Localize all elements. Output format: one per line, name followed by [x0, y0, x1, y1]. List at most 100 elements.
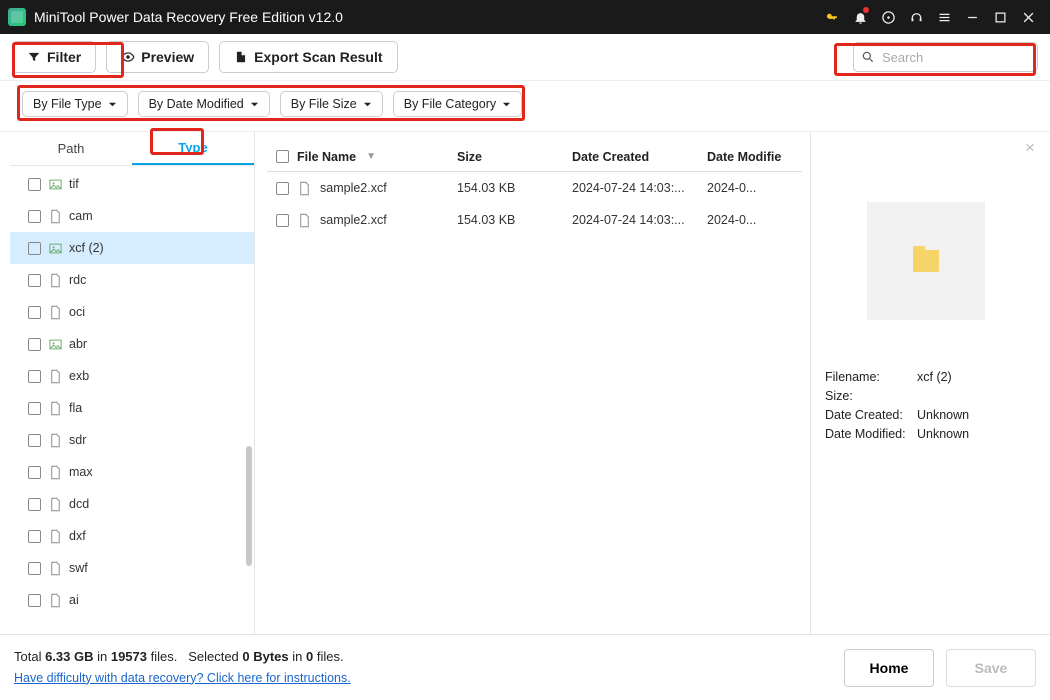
thumbnail	[867, 202, 985, 320]
tree-checkbox[interactable]	[28, 370, 41, 383]
tree-label: xcf (2)	[69, 241, 104, 255]
tree-item[interactable]: max	[10, 456, 254, 488]
close-detail-icon[interactable]: ×	[1020, 138, 1040, 158]
footer-info: Total 6.33 GB in 19573 files. Selected 0…	[14, 647, 351, 689]
search-input[interactable]	[853, 42, 1038, 72]
tree-label: cam	[69, 209, 93, 223]
value-modified: Unknown	[917, 427, 969, 441]
tree-item[interactable]: sdr	[10, 424, 254, 456]
cell-modified: 2024-0...	[707, 181, 787, 195]
tree-item[interactable]: dcd	[10, 488, 254, 520]
sidebar: Path Type tif cam xcf (2) rdc oci abr exb fla sd…	[10, 132, 255, 664]
close-icon[interactable]	[1014, 0, 1042, 34]
tree-checkbox[interactable]	[28, 402, 41, 415]
tree-label: max	[69, 465, 93, 479]
col-created[interactable]: Date Created	[572, 150, 707, 164]
key-icon[interactable]	[818, 0, 846, 34]
select-all-checkbox[interactable]	[276, 150, 289, 163]
tree-item[interactable]: fla	[10, 392, 254, 424]
file-row[interactable]: sample2.xcf154.03 KB2024-07-24 14:03:...…	[267, 204, 802, 236]
tree-checkbox[interactable]	[28, 498, 41, 511]
tree-label: swf	[69, 561, 88, 575]
row-checkbox[interactable]	[276, 182, 289, 195]
minimize-icon[interactable]	[958, 0, 986, 34]
value-created: Unknown	[917, 408, 969, 422]
tree-item[interactable]: ai	[10, 584, 254, 616]
detail-panel: × Filename:xcf (2) Size: Date Created:Un…	[810, 132, 1040, 664]
menu-icon[interactable]	[930, 0, 958, 34]
tree-item[interactable]: tif	[10, 168, 254, 200]
sidebar-tabs: Path Type	[10, 132, 254, 166]
scrollbar-thumb[interactable]	[246, 446, 252, 566]
cell-name: sample2.xcf	[320, 181, 387, 195]
col-name[interactable]: File Name▼	[297, 150, 457, 164]
col-modified[interactable]: Date Modifie	[707, 150, 787, 164]
tree-checkbox[interactable]	[28, 274, 41, 287]
footer: Total 6.33 GB in 19573 files. Selected 0…	[0, 634, 1050, 700]
tree-label: dcd	[69, 497, 89, 511]
search-box	[853, 42, 1038, 72]
tab-path[interactable]: Path	[10, 132, 132, 165]
cell-created: 2024-07-24 14:03:...	[572, 181, 707, 195]
notifications-icon[interactable]	[846, 0, 874, 34]
export-button[interactable]: Export Scan Result	[219, 41, 397, 73]
tree-item[interactable]: swf	[10, 552, 254, 584]
tree-checkbox[interactable]	[28, 594, 41, 607]
tree-item[interactable]: dxf	[10, 520, 254, 552]
sort-arrow-icon: ▼	[366, 151, 376, 162]
tree-item[interactable]: exb	[10, 360, 254, 392]
tree-checkbox[interactable]	[28, 338, 41, 351]
label-created: Date Created:	[825, 408, 917, 422]
tree-label: rdc	[69, 273, 86, 287]
save-button[interactable]: Save	[946, 649, 1036, 687]
chip-file-size[interactable]: By File Size	[280, 91, 383, 117]
maximize-icon[interactable]	[986, 0, 1014, 34]
tree-checkbox[interactable]	[28, 178, 41, 191]
tree-checkbox[interactable]	[28, 530, 41, 543]
search-icon	[861, 50, 875, 64]
help-link[interactable]: Have difficulty with data recovery? Clic…	[14, 671, 351, 685]
tree-item[interactable]: oci	[10, 296, 254, 328]
tree-label: tif	[69, 177, 79, 191]
headphones-icon[interactable]	[902, 0, 930, 34]
file-list-header: File Name▼ Size Date Created Date Modifi…	[267, 142, 802, 172]
tree-label: exb	[69, 369, 89, 383]
tree-label: fla	[69, 401, 82, 415]
tree-item[interactable]: cam	[10, 200, 254, 232]
chip-file-type[interactable]: By File Type	[22, 91, 128, 117]
tree-checkbox[interactable]	[28, 434, 41, 447]
tree-item[interactable]: rdc	[10, 264, 254, 296]
file-list: File Name▼ Size Date Created Date Modifi…	[255, 132, 810, 664]
cell-modified: 2024-0...	[707, 213, 787, 227]
tree-checkbox[interactable]	[28, 210, 41, 223]
tree-item[interactable]: abr	[10, 328, 254, 360]
tab-type[interactable]: Type	[132, 132, 254, 165]
file-row[interactable]: sample2.xcf 154.03 KB2024-07-24 14:03:...…	[267, 172, 802, 204]
tree-item[interactable]: xcf (2)	[10, 232, 254, 264]
preview-button[interactable]: Preview	[106, 41, 209, 73]
label-modified: Date Modified:	[825, 427, 917, 441]
home-button[interactable]: Home	[844, 649, 934, 687]
tree-checkbox[interactable]	[28, 242, 41, 255]
app-logo	[8, 8, 26, 26]
cell-created: 2024-07-24 14:03:...	[572, 213, 707, 227]
label-size: Size:	[825, 389, 917, 403]
disc-icon[interactable]	[874, 0, 902, 34]
tree-label: oci	[69, 305, 85, 319]
main-area: Path Type tif cam xcf (2) rdc oci abr exb fla sd…	[0, 132, 1050, 664]
cell-name: sample2.xcf	[320, 213, 387, 227]
col-size[interactable]: Size	[457, 150, 572, 164]
chip-date-modified[interactable]: By Date Modified	[138, 91, 270, 117]
type-tree[interactable]: tif cam xcf (2) rdc oci abr exb fla sdr max dcd dxf…	[10, 166, 254, 664]
file-icon	[297, 213, 312, 228]
cell-size: 154.03 KB	[457, 181, 572, 195]
toolbar: Filter Preview Export Scan Result	[0, 34, 1050, 81]
file-icon	[297, 181, 312, 196]
filter-button[interactable]: Filter	[12, 41, 96, 73]
row-checkbox[interactable]	[276, 214, 289, 227]
tree-checkbox[interactable]	[28, 466, 41, 479]
tree-checkbox[interactable]	[28, 562, 41, 575]
tree-label: ai	[69, 593, 79, 607]
chip-file-category[interactable]: By File Category	[393, 91, 522, 117]
tree-checkbox[interactable]	[28, 306, 41, 319]
